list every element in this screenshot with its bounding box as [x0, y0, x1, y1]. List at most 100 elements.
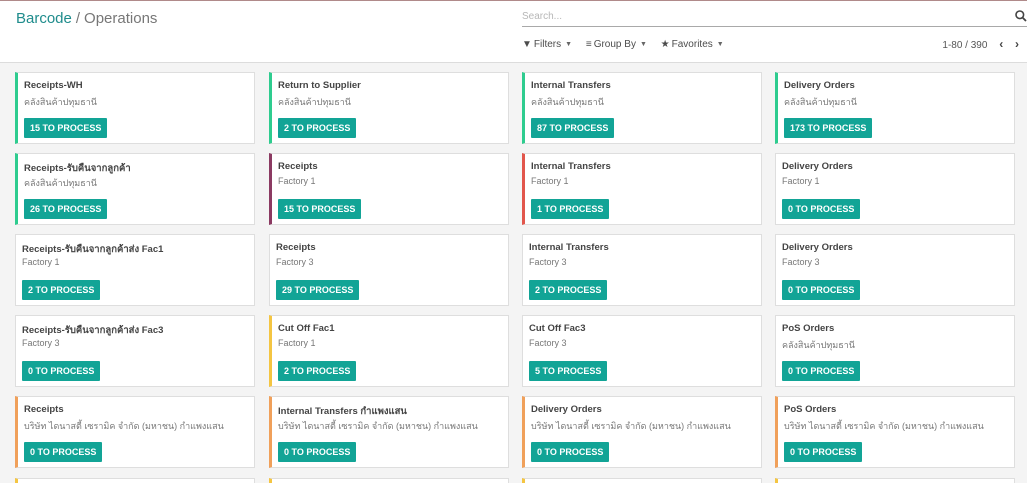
card-warehouse: Factory 3	[276, 257, 314, 267]
card-title[interactable]: Receipts	[278, 161, 318, 172]
to-process-button[interactable]: 2 TO PROCESS	[22, 280, 101, 300]
operation-card[interactable]: Receipts บริษัท ไดนาสตี้ เซรามิค จำกัด (ม…	[15, 396, 255, 468]
to-process-button[interactable]: 15 TO PROCESS	[24, 118, 108, 138]
to-process-button[interactable]: 1 TO PROCESS	[531, 199, 610, 219]
operation-card[interactable]: Internal Transfers Factory 3 2 TO PROCESS	[522, 234, 762, 306]
favorites-button[interactable]: ★ Favorites ▼	[661, 39, 724, 50]
operation-card[interactable]: Delivery Orders Factory 1 0 TO PROCESS	[775, 153, 1015, 225]
chevron-right-icon[interactable]: ›	[1015, 38, 1019, 50]
caret-down-icon: ▼	[565, 41, 573, 48]
breadcrumb-separator: /	[75, 10, 81, 27]
card-warehouse: คลังสินค้าปทุมธานี	[278, 97, 351, 107]
to-process-button[interactable]: 0 TO PROCESS	[531, 442, 610, 462]
filters-label: Filters	[533, 39, 562, 50]
card-warehouse: Factory 3	[529, 257, 567, 267]
card-title[interactable]: Internal Transfers	[529, 242, 609, 253]
caret-down-icon: ▼	[716, 41, 724, 48]
to-process-button[interactable]: 0 TO PROCESS	[782, 280, 861, 300]
card-warehouse: Factory 3	[529, 338, 567, 348]
card-title[interactable]: Receipts-รับคืนจากลูกค้าส่ง Fac1	[22, 242, 163, 257]
operation-card[interactable]: Delivery Orders คลังสินค้าปทุมธานี 173 TO …	[775, 72, 1015, 144]
operation-card[interactable]: Delivery Orders Factory 3 0 TO PROCESS	[775, 234, 1015, 306]
search-input[interactable]	[522, 8, 982, 25]
funnel-icon: ▼	[522, 39, 532, 50]
pager: 1-80 / 390 ‹ ›	[942, 38, 1019, 51]
card-title[interactable]: Receipts	[276, 242, 316, 253]
to-process-button[interactable]: 2 TO PROCESS	[278, 361, 357, 381]
card-title[interactable]: Delivery Orders	[782, 161, 853, 172]
to-process-button[interactable]: 0 TO PROCESS	[782, 199, 861, 219]
card-warehouse: บริษัท ไดนาสตี้ เซรามิค จำกัด (มหาชน) กำ…	[531, 421, 731, 431]
operation-card-partial[interactable]	[15, 478, 255, 483]
to-process-button[interactable]: 87 TO PROCESS	[531, 118, 615, 138]
to-process-button[interactable]: 5 TO PROCESS	[529, 361, 608, 381]
card-title[interactable]: PoS Orders	[784, 404, 836, 415]
to-process-button[interactable]: 0 TO PROCESS	[278, 442, 357, 462]
card-title[interactable]: Cut Off Fac1	[278, 323, 334, 334]
card-title[interactable]: Internal Transfers	[531, 161, 611, 172]
operation-card[interactable]: Receipts-WH คลังสินค้าปทุมธานี 15 TO PROCE…	[15, 72, 255, 144]
operation-card[interactable]: Receipts-รับคืนจากลูกค้า คลังสินค้าปทุมธา…	[15, 153, 255, 225]
operation-card[interactable]: Receipts-รับคืนจากลูกค้าส่ง Fac1 Factory …	[15, 234, 255, 306]
operation-card[interactable]: Receipts Factory 1 15 TO PROCESS	[269, 153, 509, 225]
card-warehouse: บริษัท ไดนาสตี้ เซรามิค จำกัด (มหาชน) กำ…	[784, 421, 984, 431]
card-warehouse: Factory 1	[278, 338, 316, 348]
operation-card[interactable]: Receipts Factory 3 29 TO PROCESS	[269, 234, 509, 306]
groupby-label: Group By	[593, 39, 636, 50]
list-icon: ≡	[585, 39, 592, 50]
to-process-button[interactable]: 15 TO PROCESS	[278, 199, 362, 219]
card-title[interactable]: Receipts-WH	[24, 80, 83, 91]
operation-card[interactable]: PoS Orders บริษัท ไดนาสตี้ เซรามิค จำกัด …	[775, 396, 1015, 468]
card-title[interactable]: PoS Orders	[782, 323, 834, 334]
operation-card[interactable]: Internal Transfers คลังสินค้าปทุมธานี 87 T…	[522, 72, 762, 144]
operation-card[interactable]: Delivery Orders บริษัท ไดนาสตี้ เซรามิค จ…	[522, 396, 762, 468]
to-process-button[interactable]: 0 TO PROCESS	[782, 361, 861, 381]
operation-card-partial[interactable]	[269, 478, 509, 483]
to-process-button[interactable]: 0 TO PROCESS	[22, 361, 101, 381]
card-title[interactable]: Receipts	[24, 404, 64, 415]
search-box	[522, 7, 1027, 27]
card-title[interactable]: Receipts-รับคืนจากลูกค้าส่ง Fac3	[22, 323, 163, 338]
operation-card[interactable]: Internal Transfers กำแพงแสนบริษัท ไดนาสต…	[269, 396, 509, 468]
card-title[interactable]: Internal Transfers กำแพงแสน	[278, 404, 407, 419]
card-title[interactable]: Receipts-รับคืนจากลูกค้า	[24, 161, 131, 176]
chevron-left-icon[interactable]: ‹	[999, 38, 1003, 50]
star-icon: ★	[660, 39, 670, 50]
to-process-button[interactable]: 0 TO PROCESS	[24, 442, 103, 462]
filters-button[interactable]: ▼ Filters ▼	[522, 39, 572, 50]
pager-value[interactable]: 1-80 / 390	[942, 40, 987, 51]
to-process-button[interactable]: 0 TO PROCESS	[784, 442, 863, 462]
operation-card-partial[interactable]	[522, 478, 762, 483]
card-warehouse: คลังสินค้าปทุมธานี	[531, 97, 604, 107]
operation-card[interactable]: Internal Transfers Factory 1 1 TO PROCESS	[522, 153, 762, 225]
operation-card[interactable]: Receipts-รับคืนจากลูกค้าส่ง Fac3 Factory …	[15, 315, 255, 387]
to-process-button[interactable]: 2 TO PROCESS	[529, 280, 608, 300]
caret-down-icon: ▼	[639, 41, 647, 48]
to-process-button[interactable]: 173 TO PROCESS	[784, 118, 873, 138]
card-title[interactable]: Internal Transfers	[531, 80, 611, 91]
to-process-button[interactable]: 2 TO PROCESS	[278, 118, 357, 138]
breadcrumb-current: Operations	[84, 10, 158, 27]
card-title[interactable]: Delivery Orders	[784, 80, 855, 91]
card-warehouse: Factory 3	[782, 257, 820, 267]
breadcrumb-barcode-link[interactable]: Barcode	[16, 10, 72, 27]
search-icon[interactable]	[1014, 9, 1027, 23]
to-process-button[interactable]: 26 TO PROCESS	[24, 199, 108, 219]
card-title[interactable]: Return to Supplier	[278, 80, 361, 91]
groupby-button[interactable]: ≡ Group By ▼	[586, 39, 647, 50]
operation-card[interactable]: Cut Off Fac1 Factory 1 2 TO PROCESS	[269, 315, 509, 387]
operation-card[interactable]: Return to Supplier คลังสินค้าปทุมธานี 2 TO…	[269, 72, 509, 144]
card-warehouse: คลังสินค้าปทุมธานี	[784, 97, 857, 107]
card-warehouse: คลังสินค้าปทุมธานี	[24, 97, 97, 107]
card-title[interactable]: Delivery Orders	[531, 404, 602, 415]
operation-card[interactable]: Cut Off Fac3 Factory 3 5 TO PROCESS	[522, 315, 762, 387]
card-title[interactable]: Cut Off Fac3	[529, 323, 585, 334]
card-warehouse: บริษัท ไดนาสตี้ เซรามิค จำกัด (มหาชน) กำ…	[278, 421, 478, 431]
operation-card-partial[interactable]	[775, 478, 1015, 483]
card-warehouse: คลังสินค้าปทุมธานี	[782, 340, 855, 350]
operation-card[interactable]: PoS Orders คลังสินค้าปทุมธานี 0 TO PROCESS	[775, 315, 1015, 387]
to-process-button[interactable]: 29 TO PROCESS	[276, 280, 360, 300]
card-warehouse: บริษัท ไดนาสตี้ เซรามิค จำกัด (มหาชน) กำ…	[24, 421, 224, 431]
card-warehouse: Factory 3	[22, 338, 60, 348]
card-title[interactable]: Delivery Orders	[782, 242, 853, 253]
